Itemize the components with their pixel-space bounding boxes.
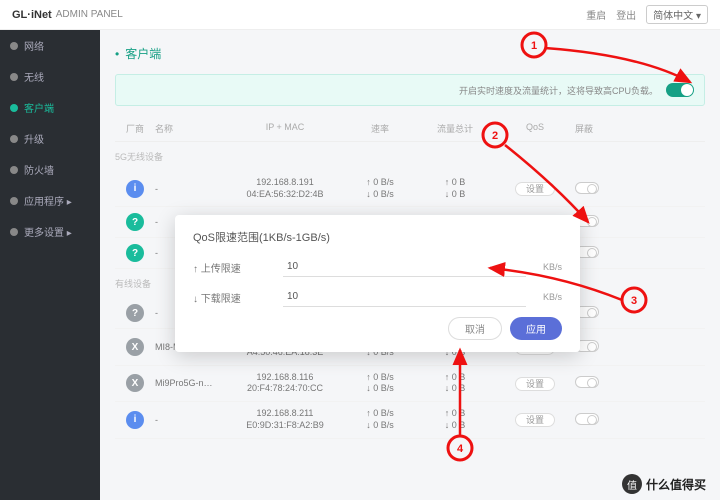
gear-icon	[10, 135, 18, 143]
sidebar-item-more[interactable]: 更多设置 ▸	[0, 216, 100, 247]
logout-link[interactable]: 登出	[616, 7, 636, 22]
traffic: ↑ 0 B↓ 0 B	[415, 408, 495, 431]
page-title: 客户端	[115, 45, 705, 62]
table-row: X Mi9Pro5G-n… 192.168.8.11620:F4:78:24:7…	[115, 366, 705, 402]
block-toggle[interactable]	[575, 413, 599, 425]
wifi-icon	[10, 73, 18, 81]
notice-text: 开启实时速度及流量统计，这将导致高CPU负载。	[126, 84, 666, 97]
reboot-link[interactable]: 重启	[586, 7, 606, 22]
download-input[interactable]	[283, 287, 526, 307]
block-toggle[interactable]	[575, 376, 599, 388]
traffic: ↑ 0 B↓ 0 B	[415, 372, 495, 395]
ip-mac: 192.168.8.11620:F4:78:24:70:CC	[225, 372, 345, 395]
vendor-badge: ?	[126, 213, 144, 231]
globe-icon	[10, 42, 18, 50]
vendor-badge: i	[126, 411, 144, 429]
device-name: -	[155, 415, 225, 425]
qos-button[interactable]: 设置	[515, 377, 555, 391]
vendor-badge: X	[126, 338, 144, 356]
sidebar-item-upgrade[interactable]: 升级	[0, 123, 100, 154]
header: GL·iNet ADMIN PANEL 重启 登出 简体中文 ▾	[0, 0, 720, 30]
sidebar-item-wireless[interactable]: 无线	[0, 61, 100, 92]
speed: ↑ 0 B/s↓ 0 B/s	[345, 177, 415, 200]
table-row: i - 192.168.8.211E0:9D:31:F8:A2:B9 ↑ 0 B…	[115, 402, 705, 438]
apply-button[interactable]: 应用	[510, 317, 562, 340]
group-5g: 5G无线设备	[115, 142, 705, 171]
speed: ↑ 0 B/s↓ 0 B/s	[345, 372, 415, 395]
upload-input[interactable]	[283, 257, 526, 277]
modal-title: QoS限速范围(1KB/s-1GB/s)	[193, 229, 562, 245]
cancel-button[interactable]: 取消	[448, 317, 502, 340]
sidebar-item-clients[interactable]: 客户端	[0, 92, 100, 123]
watermark: 值 什么值得买	[622, 474, 706, 494]
language-select[interactable]: 简体中文 ▾	[646, 5, 708, 24]
sidebar-item-apps[interactable]: 应用程序 ▸	[0, 185, 100, 216]
brand: GL·iNet	[12, 9, 52, 21]
watermark-icon: 值	[622, 474, 642, 494]
shield-icon	[10, 166, 18, 174]
table-row: i - 192.168.8.19104:EA:56:32:D2:4B ↑ 0 B…	[115, 171, 705, 207]
vendor-badge: i	[126, 180, 144, 198]
vendor-badge: X	[126, 374, 144, 392]
stats-toggle[interactable]	[666, 83, 694, 97]
vendor-badge: ?	[126, 244, 144, 262]
sidebar-item-firewall[interactable]: 防火墙	[0, 154, 100, 185]
sidebar: 网络 无线 客户端 升级 防火墙 应用程序 ▸ 更多设置 ▸	[0, 30, 100, 500]
device-name: Mi9Pro5G-n…	[155, 378, 225, 388]
download-label: ↓ 下载限速	[193, 290, 283, 305]
table-header: 厂商 名称 IP + MAC 速率 流量总计 QoS 屏蔽	[115, 116, 705, 142]
device-name: -	[155, 184, 225, 194]
user-icon	[10, 104, 18, 112]
grid-icon	[10, 197, 18, 205]
traffic: ↑ 0 B↓ 0 B	[415, 177, 495, 200]
vendor-badge: ?	[126, 304, 144, 322]
ip-mac: 192.168.8.19104:EA:56:32:D2:4B	[225, 177, 345, 200]
panel-label: ADMIN PANEL	[56, 9, 123, 20]
sidebar-item-network[interactable]: 网络	[0, 30, 100, 61]
qos-modal: QoS限速范围(1KB/s-1GB/s) ↑ 上传限速 KB/s ↓ 下载限速 …	[175, 215, 580, 352]
qos-button[interactable]: 设置	[515, 182, 555, 196]
block-toggle[interactable]	[575, 182, 599, 194]
speed: ↑ 0 B/s↓ 0 B/s	[345, 408, 415, 431]
qos-button[interactable]: 设置	[515, 413, 555, 427]
plus-icon	[10, 228, 18, 236]
cpu-notice: 开启实时速度及流量统计，这将导致高CPU负载。	[115, 74, 705, 106]
upload-label: ↑ 上传限速	[193, 260, 283, 275]
ip-mac: 192.168.8.211E0:9D:31:F8:A2:B9	[225, 408, 345, 431]
